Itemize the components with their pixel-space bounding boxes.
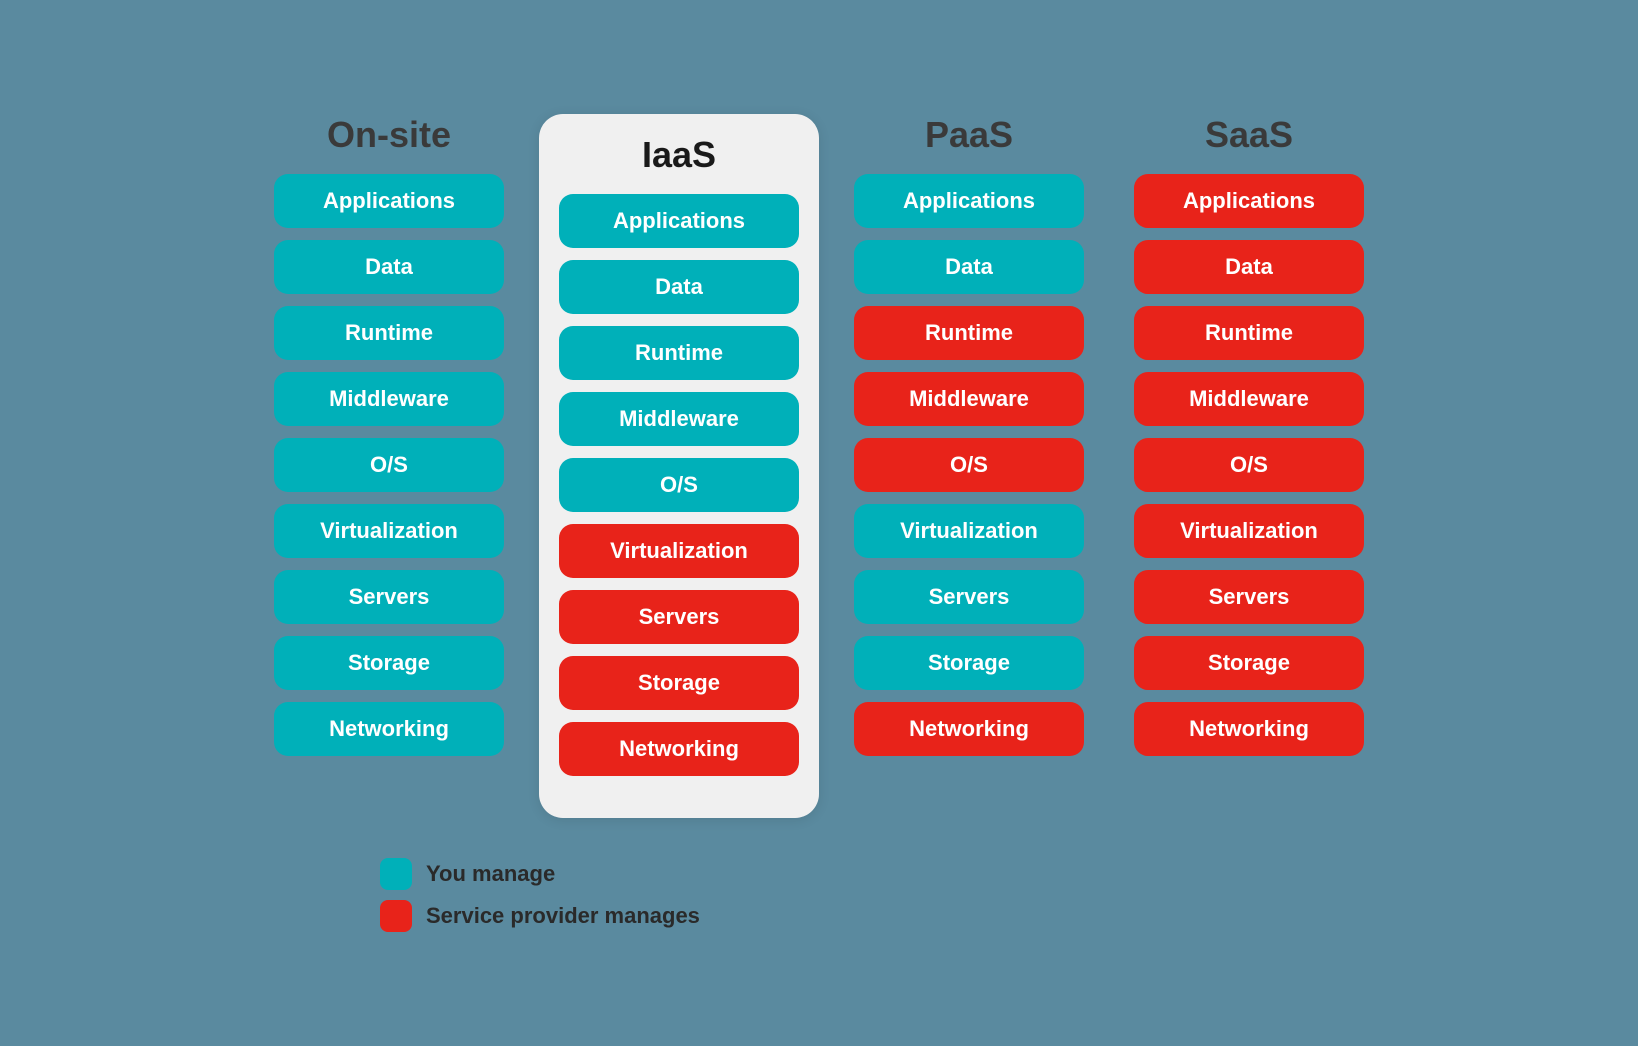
pill-onsite-7: Storage <box>274 636 504 690</box>
pill-saas-0: Applications <box>1134 174 1364 228</box>
legend-dot-red <box>380 900 412 932</box>
pill-iaas-5: Virtualization <box>559 524 799 578</box>
pill-iaas-2: Runtime <box>559 326 799 380</box>
column-iaas: IaaS Applications Data Runtime Middleware O/S… <box>539 114 819 818</box>
bottom-area: You manage Service provider manages <box>60 828 1578 932</box>
column-header-paas: PaaS <box>925 114 1013 156</box>
column-header-onsite: On-site <box>327 114 451 156</box>
pill-paas-5: Virtualization <box>854 504 1084 558</box>
column-onsite: On-site Applications Data Runtime Middleware… <box>259 114 519 768</box>
pill-iaas-3: Middleware <box>559 392 799 446</box>
columns-wrapper: On-site Applications Data Runtime Middleware… <box>60 114 1578 818</box>
column-paas: PaaS Applications Data Runtime Middleware O/S… <box>839 114 1099 768</box>
pill-onsite-2: Runtime <box>274 306 504 360</box>
column-header-iaas: IaaS <box>642 134 716 176</box>
pill-paas-7: Storage <box>854 636 1084 690</box>
pill-onsite-5: Virtualization <box>274 504 504 558</box>
pill-saas-6: Servers <box>1134 570 1364 624</box>
pill-paas-2: Runtime <box>854 306 1084 360</box>
pill-saas-5: Virtualization <box>1134 504 1364 558</box>
column-saas: SaaS Applications Data Runtime Middleware O/S… <box>1119 114 1379 768</box>
legend-label-red: Service provider manages <box>426 903 700 929</box>
pill-saas-7: Storage <box>1134 636 1364 690</box>
pill-saas-2: Runtime <box>1134 306 1364 360</box>
pill-saas-3: Middleware <box>1134 372 1364 426</box>
pill-saas-8: Networking <box>1134 702 1364 756</box>
column-header-saas: SaaS <box>1205 114 1293 156</box>
pill-onsite-1: Data <box>274 240 504 294</box>
pill-onsite-4: O/S <box>274 438 504 492</box>
pill-iaas-4: O/S <box>559 458 799 512</box>
legend: You manage Service provider manages <box>380 858 700 932</box>
legend-item-teal: You manage <box>380 858 555 890</box>
legend-dot-teal <box>380 858 412 890</box>
pill-onsite-0: Applications <box>274 174 504 228</box>
pill-paas-6: Servers <box>854 570 1084 624</box>
pill-onsite-6: Servers <box>274 570 504 624</box>
legend-label-teal: You manage <box>426 861 555 887</box>
pill-paas-4: O/S <box>854 438 1084 492</box>
pill-saas-4: O/S <box>1134 438 1364 492</box>
pill-paas-3: Middleware <box>854 372 1084 426</box>
pill-iaas-1: Data <box>559 260 799 314</box>
pill-onsite-8: Networking <box>274 702 504 756</box>
pill-paas-8: Networking <box>854 702 1084 756</box>
pill-paas-0: Applications <box>854 174 1084 228</box>
pill-iaas-8: Networking <box>559 722 799 776</box>
legend-item-red: Service provider manages <box>380 900 700 932</box>
pill-saas-1: Data <box>1134 240 1364 294</box>
pill-iaas-6: Servers <box>559 590 799 644</box>
pill-iaas-7: Storage <box>559 656 799 710</box>
pill-iaas-0: Applications <box>559 194 799 248</box>
pill-paas-1: Data <box>854 240 1084 294</box>
main-container: On-site Applications Data Runtime Middleware… <box>0 74 1638 972</box>
pill-onsite-3: Middleware <box>274 372 504 426</box>
